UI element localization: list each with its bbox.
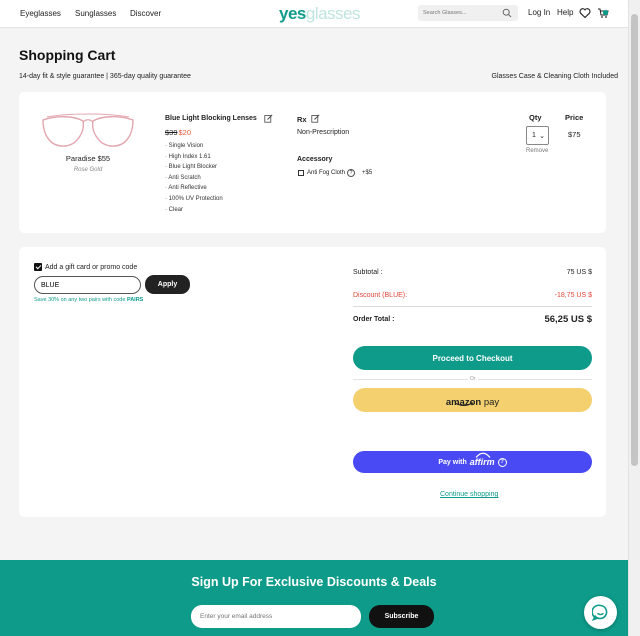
summary-divider [353, 306, 592, 307]
total-row: Order Total : 56,25 US $ [353, 314, 592, 325]
included-text: Glasses Case & Cleaning Cloth Included [491, 73, 618, 80]
accessory-checkbox[interactable] [298, 170, 304, 176]
subtotal-value: 75 US $ [566, 269, 592, 276]
nav-eyeglasses[interactable]: Eyeglasses [20, 9, 61, 18]
price-label: Price [565, 113, 584, 122]
feature-item: · Anti Reflective [165, 185, 207, 192]
amazon-pay-button[interactable]: amazon pay [353, 388, 592, 412]
edit-lens-icon[interactable] [264, 114, 273, 123]
newsletter-footer: Sign Up For Exclusive Discounts & Deals … [0, 560, 628, 636]
login-link[interactable]: Log In [528, 8, 550, 17]
continue-shopping-link[interactable]: Continue shopping [440, 491, 498, 498]
feature-item: · Clear [165, 206, 184, 213]
nav-discover[interactable]: Discover [130, 9, 161, 18]
lens-title: Blue Light Blocking Lenses [165, 115, 257, 122]
qty-value: 1 [532, 132, 536, 139]
lens-features: · Single Vision · High Index 1.61 · Blue… [165, 141, 223, 215]
email-field[interactable] [191, 605, 361, 628]
amazon-smile-icon [454, 402, 474, 407]
affirm-prefix: Pay with [438, 458, 467, 466]
accessory-name: Anti Fog Cloth [307, 170, 346, 176]
info-icon[interactable]: ? [497, 457, 507, 467]
item-price: $75 [568, 130, 581, 139]
gift-code-checkbox[interactable] [34, 263, 42, 271]
gift-code-label: Add a gift card or promo code [45, 263, 138, 271]
lens-old-price: $39 [165, 128, 178, 137]
gift-code-toggle[interactable]: Add a gift card or promo code [34, 263, 137, 271]
feature-item: · Blue Light Blocker [165, 164, 218, 171]
affirm-word: affirm [469, 457, 495, 467]
heart-icon[interactable] [579, 7, 591, 19]
feature-item: · Single Vision [165, 143, 204, 149]
affirm-logo: affirm [469, 452, 495, 467]
qty-select[interactable]: 1 ⌄ [526, 126, 549, 145]
page-scrollbar[interactable] [628, 0, 640, 636]
rx-label: Rx [297, 115, 307, 124]
accessory-option[interactable]: Anti Fog Cloth ? +$5 [298, 169, 372, 177]
qty-label: Qty [529, 113, 542, 122]
feature-item: · High Index 1.61 [165, 153, 211, 160]
feature-item: · Anti Scratch [165, 174, 201, 181]
chat-icon [592, 604, 608, 621]
frame-name: Paradise $55 [65, 154, 111, 163]
frame-color: Rose Gold [73, 167, 103, 173]
guarantee-text: 14-day fit & style guarantee | 365-day q… [19, 73, 191, 80]
rx-value: Non-Prescription [297, 129, 350, 136]
promo-hint: Save 30% on any two pairs with code PAIR… [34, 297, 143, 303]
affirm-button[interactable]: Pay with affirm ? [353, 451, 592, 473]
scrollbar-thumb[interactable] [631, 14, 638, 466]
logo-glasses: glasses [305, 4, 361, 23]
discount-label: Discount (BLUE): [353, 292, 408, 299]
frame-image[interactable] [39, 112, 137, 152]
logo-yes: yes [279, 4, 306, 23]
total-label: Order Total : [353, 316, 395, 323]
order-summary-card: Add a gift card or promo code Apply Save… [19, 247, 606, 517]
info-icon[interactable]: ? [347, 169, 356, 177]
site-logo[interactable]: yesglasses [279, 4, 361, 24]
top-navigation-bar: Eyeglasses Sunglasses Discover yesglasse… [0, 0, 628, 28]
chat-button[interactable] [584, 596, 617, 629]
subscribe-button[interactable]: Subscribe [369, 605, 434, 628]
search-icon[interactable] [502, 8, 512, 18]
feature-item: · 100% UV Protection [165, 195, 223, 202]
discount-value: -18,75 US $ [554, 292, 592, 299]
nav-sunglasses[interactable]: Sunglasses [75, 9, 116, 18]
promo-code-input[interactable] [34, 276, 141, 294]
apply-button[interactable]: Apply [145, 275, 190, 294]
lens-new-price: $20 [178, 128, 192, 137]
remove-link[interactable]: Remove [526, 148, 548, 154]
search-box [418, 5, 518, 21]
chevron-down-icon: ⌄ [539, 133, 545, 140]
cart-icon[interactable] [597, 7, 609, 19]
page-title: Shopping Cart [19, 47, 116, 63]
newsletter-title: Sign Up For Exclusive Discounts & Deals [191, 575, 437, 589]
checkout-button[interactable]: Proceed to Checkout [353, 346, 592, 370]
total-value: 56,25 US $ [544, 314, 592, 325]
subtotal-row: Subtotal : 75 US $ [353, 269, 592, 276]
cart-item-card: Paradise $55 Rose Gold Blue Light Blocki… [19, 92, 606, 233]
edit-rx-icon[interactable] [311, 114, 320, 123]
accessory-price: +$5 [362, 170, 373, 176]
or-label: Or [468, 376, 478, 382]
help-link[interactable]: Help [557, 8, 573, 17]
subtotal-label: Subtotal : [353, 269, 383, 276]
search-input[interactable] [423, 7, 501, 19]
affirm-arc-icon [475, 452, 491, 458]
amazon-pay-word: pay [483, 396, 500, 408]
lens-price: $39$20 [165, 128, 191, 137]
promo-hint-text: Save 30% on any two pairs with code [34, 297, 127, 303]
promo-hint-code: PAIRS [126, 297, 144, 303]
accessory-label: Accessory [297, 156, 333, 163]
discount-row: Discount (BLUE): -18,75 US $ [353, 292, 592, 299]
